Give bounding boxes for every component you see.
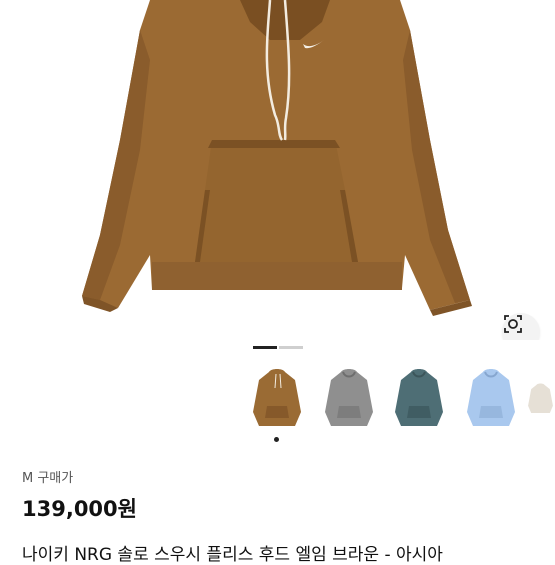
image-pager	[253, 346, 303, 349]
hoodie-thumb-icon	[325, 369, 373, 426]
product-image[interactable]	[0, 0, 555, 340]
color-thumbnails	[0, 364, 555, 444]
hoodie-thumb-icon	[253, 369, 301, 426]
thumbnail-cream[interactable]	[526, 364, 555, 434]
hoodie-thumb-icon	[528, 383, 553, 413]
hoodie-thumb-icon	[467, 369, 515, 426]
hoodie-thumb-icon	[395, 369, 443, 426]
price: 139,000원	[22, 497, 137, 521]
product-title: 나이키 NRG 솔로 스우시 플리스 후드 엘임 브라운 - 아시아	[22, 545, 443, 565]
thumbnail-grey[interactable]	[316, 364, 382, 434]
pager-active	[253, 346, 277, 349]
thumbnail-light-blue[interactable]	[458, 364, 524, 434]
thumbnail-slate[interactable]	[386, 364, 452, 434]
lens-icon	[504, 315, 522, 333]
price-label: M 구매가	[22, 471, 74, 486]
selected-thumbnail-indicator	[274, 437, 279, 442]
thumbnail-brown[interactable]	[244, 364, 310, 434]
pager-inactive	[279, 346, 303, 349]
hoodie-illustration	[82, 0, 472, 316]
